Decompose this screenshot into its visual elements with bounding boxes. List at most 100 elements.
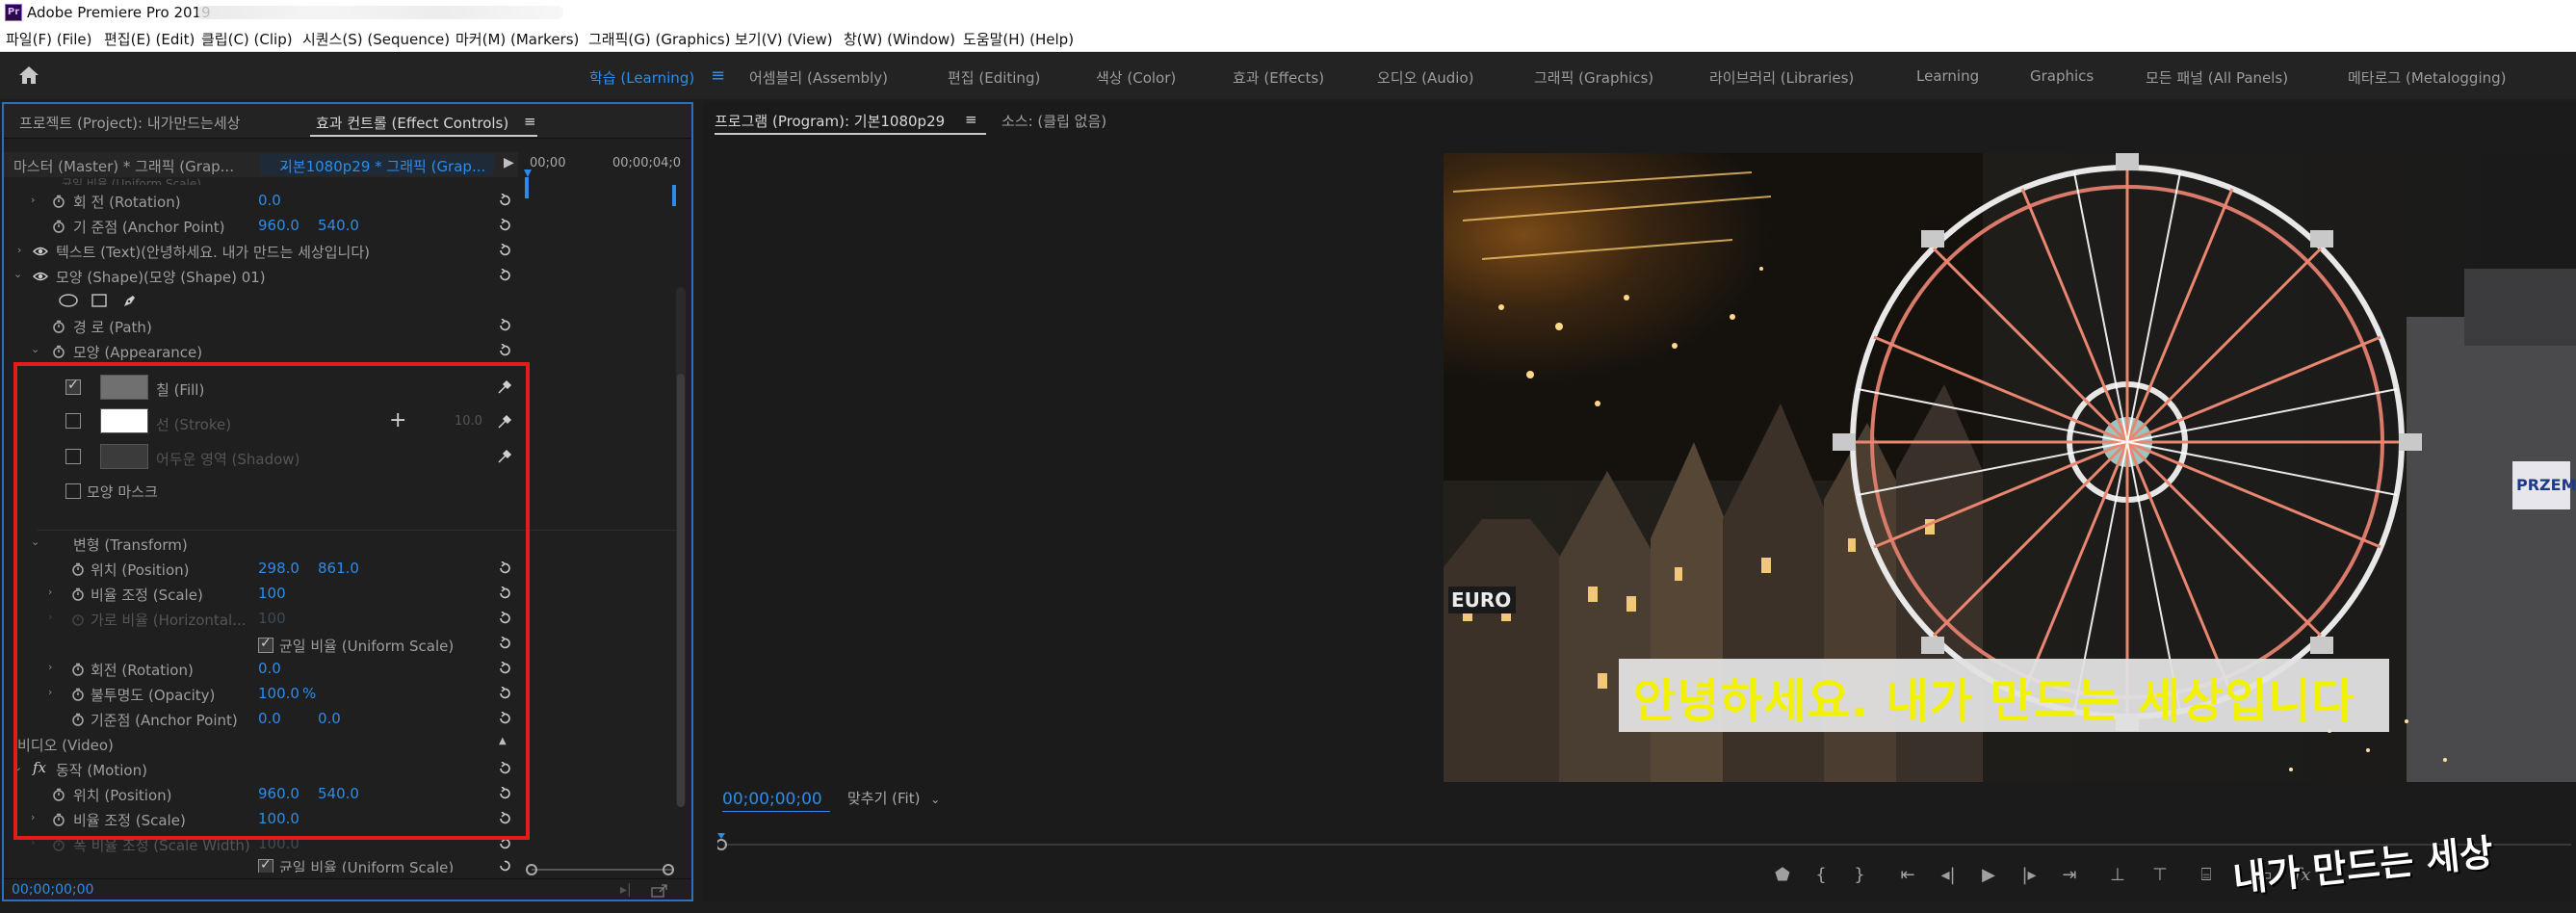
window-title: Adobe Premiere Pro 2019 [27,4,211,21]
go-to-in-icon[interactable]: ⇤ [1897,865,1918,890]
stopwatch-icon[interactable] [52,320,65,333]
program-menu-icon[interactable]: ≡ [965,111,977,128]
tab-project[interactable]: 프로젝트 (Project): 내가만드는세상 [19,113,240,133]
workspace-learning[interactable]: Learning [1916,67,1979,85]
expand-arrow-icon[interactable]: › [17,244,21,256]
add-marker-icon[interactable]: ⬟ [1772,865,1793,890]
ellipse-mask-icon[interactable] [58,293,79,308]
reset-icon[interactable] [498,319,511,332]
reset-icon[interactable] [498,219,511,232]
filter-icon[interactable]: ▸| [620,882,632,898]
eye-icon[interactable] [33,271,48,282]
workspace-menu-icon[interactable]: ≡ [711,65,725,86]
zoom-fit-label: 맞추기 (Fit) [847,790,921,807]
workspace-assembly[interactable]: 어셈블리 (Assembly) [749,67,888,88]
prop-rotation-label: 회 전 (Rotation) [73,194,181,211]
stopwatch-icon [53,840,65,851]
collapse-arrow-icon[interactable]: ⌄ [31,343,39,355]
export-frame-icon[interactable] [651,884,668,898]
play-icon[interactable]: ▶ [1978,865,1999,890]
step-back-icon[interactable]: ◂| [1938,865,1959,890]
timeline-zoom-bar[interactable] [532,869,674,871]
master-clip-label[interactable]: 마스터 (Master) * 그래픽 (Grap... [13,156,234,176]
playhead-line[interactable] [525,177,529,198]
status-divider [4,878,691,879]
reset-icon[interactable] [498,859,511,873]
menu-window[interactable]: 창(W) (Window) [844,29,955,49]
tab-program[interactable]: 프로그램 (Program): 기본1080p29 [715,111,945,131]
reset-icon[interactable] [498,269,511,282]
panel-scrollbar[interactable] [676,287,686,807]
menu-view[interactable]: 보기(V) (View) [735,29,833,49]
chevron-down-icon: ⌄ [930,793,941,806]
expand-arrow-icon[interactable]: › [31,194,35,206]
scrollbar-thumb[interactable] [677,374,685,807]
eye-icon[interactable] [33,246,48,257]
shape-layer-label[interactable]: 모양 (Shape)(모양 (Shape) 01) [56,267,266,287]
zoom-fit-dropdown[interactable]: 맞추기 (Fit) ⌄ [847,788,940,808]
menu-sequence[interactable]: 시퀀스(S) (Sequence) [302,29,450,49]
workspace-graphics[interactable]: Graphics [2030,67,2094,85]
workspace-bar: 학습 (Learning) ≡ 어셈블리 (Assembly) 편집 (Edit… [0,53,2576,99]
panel-tabs: 프로젝트 (Project): 내가만드는세상 효과 컨트롤 (Effect C… [4,104,691,139]
play-only-icon[interactable]: ▶ [504,155,514,170]
m-uniform-label: 균일 비율 (Uniform Scale) [279,859,455,873]
mark-out-icon[interactable]: } [1849,865,1870,890]
prop-rotation-value[interactable]: 0.0 [258,192,281,209]
menu-markers[interactable]: 마커(M) (Markers) [455,29,579,49]
menu-file[interactable]: 파일(F) (File) [6,29,92,49]
panel-menu-icon[interactable]: ≡ [524,113,536,130]
workspace-editing[interactable]: 편집 (Editing) [948,67,1040,88]
collapse-arrow-icon[interactable]: ⌄ [13,268,22,280]
workspace-graphics-kr[interactable]: 그래픽 (Graphics) [1534,67,1653,88]
menu-bar: 파일(F) (File) 편집(E) (Edit) 클립(C) (Clip) 시… [0,25,2576,52]
reset-icon[interactable] [498,344,511,357]
menu-clip[interactable]: 클립(C) (Clip) [201,29,293,49]
workspace-color[interactable]: 색상 (Color) [1096,67,1176,88]
subtitle-text[interactable]: 안녕하세요. 내가 만드는 세상입니다 [1633,663,2355,730]
workspace-all-panels[interactable]: 모든 패널 (All Panels) [2146,67,2288,88]
reset-icon[interactable] [498,244,511,257]
menu-graphics[interactable]: 그래픽(G) (Graphics) [588,29,730,49]
stopwatch-icon[interactable] [52,195,65,208]
reset-icon[interactable] [498,194,511,207]
home-icon[interactable] [17,65,40,86]
workspace-metalogging[interactable]: 메타로그 (Metalogging) [2348,67,2507,88]
workspace-audio[interactable]: 오디오 (Audio) [1377,67,1474,88]
prop-path-label: 경 로 (Path) [73,319,152,336]
stopwatch-icon[interactable] [52,345,65,358]
clip-end-marker [672,185,676,206]
workspace-learning-kr[interactable]: 학습 (Learning) [589,67,694,88]
pen-tool-icon[interactable] [121,292,139,309]
tab-source[interactable]: 소스: (클립 없음) [1002,111,1106,131]
mark-in-icon[interactable]: { [1810,865,1832,890]
ruler-start: 00;00 [530,156,566,170]
export-frame-icon[interactable]: ⌸ [2196,865,2217,890]
program-timecode[interactable]: 00;00;00;00 [722,790,822,809]
menu-help[interactable]: 도움말(H) (Help) [963,29,1074,49]
ruler-end: 00;00;04;0 [612,156,682,170]
prop-anchor-x[interactable]: 960.0 [258,217,299,234]
sequence-clip-selector[interactable]: ⌄ 기본1080p29 * 그래픽 (Grap... [260,154,494,175]
workspace-effects[interactable]: 효과 (Effects) [1233,67,1324,88]
euro-sign-text: EURO [1451,588,1511,612]
zoom-handle-right[interactable] [663,864,674,875]
effect-controls-timecode[interactable]: 00;00;00;00 [12,882,93,898]
timeline-ruler[interactable]: 00;00 00;00;04;0 [518,152,691,177]
blurred-file-path [197,6,563,19]
premiere-logo-icon: Pr [5,4,22,21]
text-layer-label[interactable]: 텍스트 (Text)(안녕하세요. 내가 만드는 세상입니다) [56,242,370,262]
extract-icon[interactable]: ⊤ [2149,865,2171,890]
motion-uniform-checkbox[interactable] [258,857,273,873]
tab-effect-controls[interactable]: 효과 컨트롤 (Effect Controls) [316,113,508,133]
lift-icon[interactable]: ⊥ [2107,865,2128,890]
step-forward-icon[interactable]: |▸ [2018,865,2040,890]
rectangle-mask-icon[interactable] [91,293,108,308]
prop-anchor-y[interactable]: 540.0 [318,217,359,234]
workspace-libraries[interactable]: 라이브러리 (Libraries) [1709,67,1854,88]
menu-edit[interactable]: 편집(E) (Edit) [104,29,195,49]
stopwatch-icon[interactable] [52,220,65,233]
go-to-out-icon[interactable]: ⇥ [2059,865,2080,890]
zoom-handle-left[interactable] [526,864,537,875]
active-tab-indicator [715,133,986,135]
